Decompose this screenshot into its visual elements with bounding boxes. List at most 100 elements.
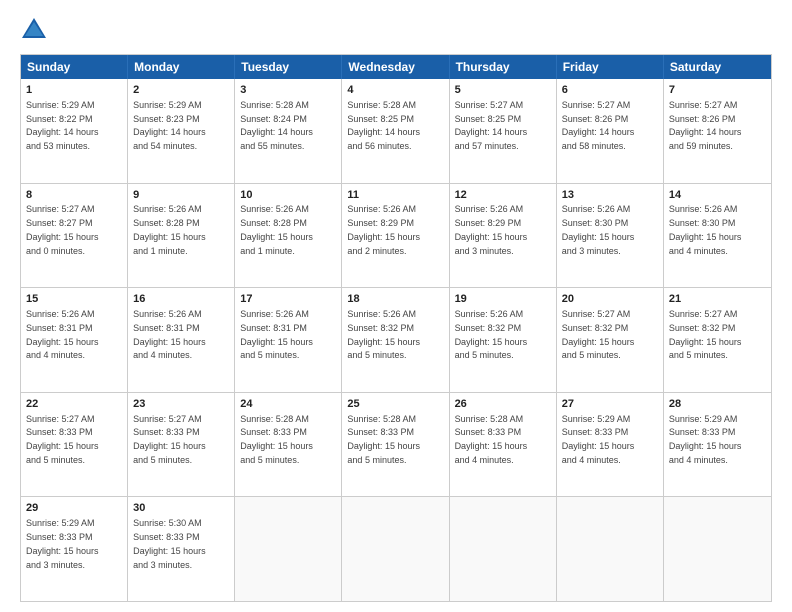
day-info: Sunrise: 5:27 AM Sunset: 8:25 PM Dayligh… xyxy=(455,100,528,151)
header-day-wednesday: Wednesday xyxy=(342,55,449,79)
day-number: 8 xyxy=(26,188,122,203)
calendar-cell: 10Sunrise: 5:26 AM Sunset: 8:28 PM Dayli… xyxy=(235,184,342,288)
calendar-cell: 16Sunrise: 5:26 AM Sunset: 8:31 PM Dayli… xyxy=(128,288,235,392)
day-info: Sunrise: 5:27 AM Sunset: 8:32 PM Dayligh… xyxy=(562,309,635,360)
calendar-cell: 6 Sunrise: 5:27 AM Sunset: 8:26 PM Daylig… xyxy=(557,79,664,183)
calendar-cell: 14Sunrise: 5:26 AM Sunset: 8:30 PM Dayli… xyxy=(664,184,771,288)
calendar-cell: 22 Sunrise: 5:27 AM Sunset: 8:33 PM Dayli… xyxy=(21,393,128,497)
day-number: 2 xyxy=(133,83,229,98)
day-info: Sunrise: 5:27 AM Sunset: 8:33 PM Dayligh… xyxy=(133,414,206,465)
day-number: 3 xyxy=(240,83,336,98)
day-number: 30 xyxy=(133,501,229,516)
header xyxy=(20,16,772,44)
calendar-week-3: 15Sunrise: 5:26 AM Sunset: 8:31 PM Dayli… xyxy=(21,287,771,392)
day-info: Sunrise: 5:26 AM Sunset: 8:28 PM Dayligh… xyxy=(133,204,206,255)
day-info: Sunrise: 5:29 AM Sunset: 8:23 PM Dayligh… xyxy=(133,100,206,151)
day-info: Sunrise: 5:28 AM Sunset: 8:33 PM Dayligh… xyxy=(347,414,420,465)
calendar-cell: 13Sunrise: 5:26 AM Sunset: 8:30 PM Dayli… xyxy=(557,184,664,288)
day-number: 20 xyxy=(562,292,658,307)
day-number: 14 xyxy=(669,188,766,203)
header-day-friday: Friday xyxy=(557,55,664,79)
calendar-cell: 23 Sunrise: 5:27 AM Sunset: 8:33 PM Dayli… xyxy=(128,393,235,497)
day-number: 19 xyxy=(455,292,551,307)
calendar-body: 1 Sunrise: 5:29 AM Sunset: 8:22 PM Daylig… xyxy=(21,79,771,601)
day-number: 24 xyxy=(240,397,336,412)
header-day-tuesday: Tuesday xyxy=(235,55,342,79)
calendar-cell: 12Sunrise: 5:26 AM Sunset: 8:29 PM Dayli… xyxy=(450,184,557,288)
calendar-cell: 18Sunrise: 5:26 AM Sunset: 8:32 PM Dayli… xyxy=(342,288,449,392)
logo-icon xyxy=(20,16,48,44)
day-info: Sunrise: 5:27 AM Sunset: 8:32 PM Dayligh… xyxy=(669,309,742,360)
day-number: 4 xyxy=(347,83,443,98)
header-day-saturday: Saturday xyxy=(664,55,771,79)
day-info: Sunrise: 5:26 AM Sunset: 8:28 PM Dayligh… xyxy=(240,204,313,255)
calendar-cell xyxy=(235,497,342,601)
calendar-week-5: 29 Sunrise: 5:29 AM Sunset: 8:33 PM Dayli… xyxy=(21,496,771,601)
calendar-cell: 20 Sunrise: 5:27 AM Sunset: 8:32 PM Dayli… xyxy=(557,288,664,392)
calendar-week-4: 22 Sunrise: 5:27 AM Sunset: 8:33 PM Dayli… xyxy=(21,392,771,497)
calendar-cell: 25 Sunrise: 5:28 AM Sunset: 8:33 PM Dayli… xyxy=(342,393,449,497)
day-number: 5 xyxy=(455,83,551,98)
page: SundayMondayTuesdayWednesdayThursdayFrid… xyxy=(0,0,792,612)
day-number: 13 xyxy=(562,188,658,203)
day-info: Sunrise: 5:26 AM Sunset: 8:32 PM Dayligh… xyxy=(455,309,528,360)
day-number: 21 xyxy=(669,292,766,307)
day-info: Sunrise: 5:28 AM Sunset: 8:24 PM Dayligh… xyxy=(240,100,313,151)
calendar-header: SundayMondayTuesdayWednesdayThursdayFrid… xyxy=(21,55,771,79)
day-number: 25 xyxy=(347,397,443,412)
calendar-cell: 8Sunrise: 5:27 AM Sunset: 8:27 PM Daylig… xyxy=(21,184,128,288)
calendar-cell: 3 Sunrise: 5:28 AM Sunset: 8:24 PM Daylig… xyxy=(235,79,342,183)
day-number: 22 xyxy=(26,397,122,412)
day-number: 7 xyxy=(669,83,766,98)
calendar-cell xyxy=(450,497,557,601)
calendar-cell: 17 Sunrise: 5:26 AM Sunset: 8:31 PM Dayli… xyxy=(235,288,342,392)
calendar-cell xyxy=(664,497,771,601)
calendar-week-1: 1 Sunrise: 5:29 AM Sunset: 8:22 PM Daylig… xyxy=(21,79,771,183)
day-number: 11 xyxy=(347,188,443,203)
calendar-cell: 11Sunrise: 5:26 AM Sunset: 8:29 PM Dayli… xyxy=(342,184,449,288)
day-info: Sunrise: 5:29 AM Sunset: 8:33 PM Dayligh… xyxy=(26,518,99,569)
calendar-cell: 19 Sunrise: 5:26 AM Sunset: 8:32 PM Dayli… xyxy=(450,288,557,392)
day-number: 27 xyxy=(562,397,658,412)
calendar-cell: 28Sunrise: 5:29 AM Sunset: 8:33 PM Dayli… xyxy=(664,393,771,497)
calendar-cell: 7 Sunrise: 5:27 AM Sunset: 8:26 PM Daylig… xyxy=(664,79,771,183)
calendar-cell: 29 Sunrise: 5:29 AM Sunset: 8:33 PM Dayli… xyxy=(21,497,128,601)
day-number: 16 xyxy=(133,292,229,307)
day-info: Sunrise: 5:27 AM Sunset: 8:27 PM Dayligh… xyxy=(26,204,99,255)
day-info: Sunrise: 5:26 AM Sunset: 8:32 PM Dayligh… xyxy=(347,309,420,360)
day-info: Sunrise: 5:26 AM Sunset: 8:30 PM Dayligh… xyxy=(562,204,635,255)
calendar-cell: 9Sunrise: 5:26 AM Sunset: 8:28 PM Daylig… xyxy=(128,184,235,288)
calendar-cell: 24 Sunrise: 5:28 AM Sunset: 8:33 PM Dayli… xyxy=(235,393,342,497)
calendar-cell: 27 Sunrise: 5:29 AM Sunset: 8:33 PM Dayli… xyxy=(557,393,664,497)
day-info: Sunrise: 5:26 AM Sunset: 8:31 PM Dayligh… xyxy=(240,309,313,360)
day-number: 1 xyxy=(26,83,122,98)
day-number: 29 xyxy=(26,501,122,516)
day-info: Sunrise: 5:29 AM Sunset: 8:22 PM Dayligh… xyxy=(26,100,99,151)
day-info: Sunrise: 5:26 AM Sunset: 8:29 PM Dayligh… xyxy=(347,204,420,255)
day-info: Sunrise: 5:27 AM Sunset: 8:33 PM Dayligh… xyxy=(26,414,99,465)
day-number: 10 xyxy=(240,188,336,203)
day-number: 17 xyxy=(240,292,336,307)
logo xyxy=(20,16,52,44)
calendar-cell: 1 Sunrise: 5:29 AM Sunset: 8:22 PM Daylig… xyxy=(21,79,128,183)
day-info: Sunrise: 5:26 AM Sunset: 8:31 PM Dayligh… xyxy=(26,309,99,360)
day-info: Sunrise: 5:29 AM Sunset: 8:33 PM Dayligh… xyxy=(562,414,635,465)
calendar-cell xyxy=(342,497,449,601)
day-number: 23 xyxy=(133,397,229,412)
day-info: Sunrise: 5:30 AM Sunset: 8:33 PM Dayligh… xyxy=(133,518,206,569)
calendar-cell: 15Sunrise: 5:26 AM Sunset: 8:31 PM Dayli… xyxy=(21,288,128,392)
calendar-week-2: 8Sunrise: 5:27 AM Sunset: 8:27 PM Daylig… xyxy=(21,183,771,288)
header-day-monday: Monday xyxy=(128,55,235,79)
day-info: Sunrise: 5:27 AM Sunset: 8:26 PM Dayligh… xyxy=(562,100,635,151)
day-info: Sunrise: 5:28 AM Sunset: 8:33 PM Dayligh… xyxy=(455,414,528,465)
day-number: 6 xyxy=(562,83,658,98)
header-day-thursday: Thursday xyxy=(450,55,557,79)
day-info: Sunrise: 5:28 AM Sunset: 8:33 PM Dayligh… xyxy=(240,414,313,465)
day-info: Sunrise: 5:28 AM Sunset: 8:25 PM Dayligh… xyxy=(347,100,420,151)
calendar-cell: 5 Sunrise: 5:27 AM Sunset: 8:25 PM Daylig… xyxy=(450,79,557,183)
day-info: Sunrise: 5:26 AM Sunset: 8:30 PM Dayligh… xyxy=(669,204,742,255)
calendar-cell: 4 Sunrise: 5:28 AM Sunset: 8:25 PM Daylig… xyxy=(342,79,449,183)
calendar-cell: 2 Sunrise: 5:29 AM Sunset: 8:23 PM Daylig… xyxy=(128,79,235,183)
day-info: Sunrise: 5:27 AM Sunset: 8:26 PM Dayligh… xyxy=(669,100,742,151)
day-info: Sunrise: 5:29 AM Sunset: 8:33 PM Dayligh… xyxy=(669,414,742,465)
